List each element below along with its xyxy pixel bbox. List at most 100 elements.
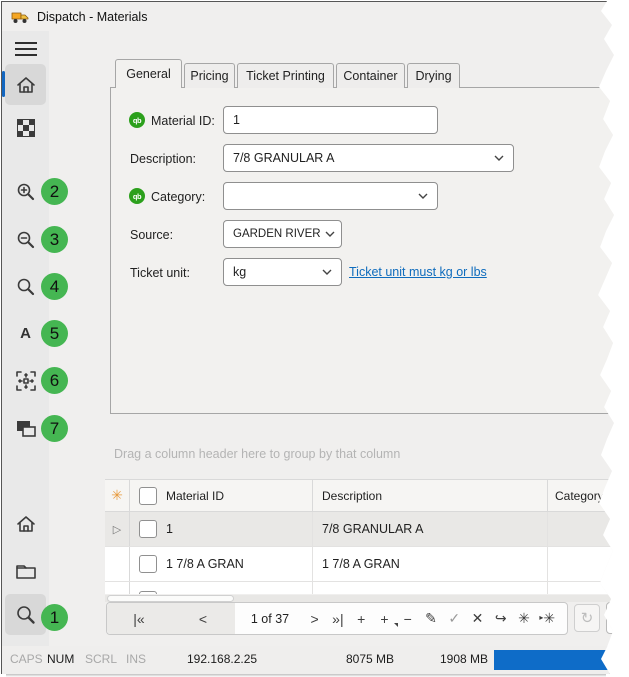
sidebar-item-cascade[interactable] [5,408,46,449]
sidebar-item-search-bottom[interactable] [5,594,46,635]
tab-label: Drying [415,69,451,83]
record-position: 1 of 37 [239,612,301,626]
status-bar: CAPS NUM SCRL INS 192.168.2.25 8075 MB 1… [2,646,614,674]
column-label: Category [555,489,604,503]
step-badge-6: 6 [41,367,68,394]
sidebar-item-home-bottom[interactable] [5,503,46,544]
document-plus-icon [611,610,625,626]
tab-ticket-printing[interactable]: Ticket Printing [237,63,334,88]
cascade-windows-icon [16,420,36,437]
memory-total: 8075 MB [346,646,394,672]
cancel-edit-button[interactable]: ✕ [466,610,489,627]
tab-label: General [126,67,170,81]
delete-record-button[interactable]: − [396,611,419,627]
sidebar-item-search[interactable] [5,266,46,307]
new-child-record-button[interactable]: ▸✳ [536,610,559,627]
tab-label: Ticket Printing [246,69,325,83]
corner-triangle-icon [394,623,398,627]
append-dropdown-button[interactable]: + [373,611,396,627]
sidebar-item-font[interactable]: A [5,313,46,354]
end-edit-button[interactable]: ✓ [443,610,466,627]
material-id-input[interactable]: 1 [223,106,438,134]
append-record-button[interactable]: + [350,611,373,627]
source-value: GARDEN RIVER [233,228,321,240]
category-label: Category: [151,190,205,204]
group-by-hint: Drag a column header here to group by th… [114,447,400,461]
grid-horizontal-scrollbar[interactable] [105,595,615,602]
step-badge-4: 4 [41,273,68,300]
grid-header-material-id[interactable]: Material ID [130,480,313,511]
first-record-button[interactable]: |« [126,611,152,627]
active-accent-bar [2,71,5,97]
next-record-button[interactable]: > [303,611,326,627]
table-row-partial[interactable]: 1 7/8 A GRAN 1 7/8 A GRAN [105,582,615,594]
tab-drying[interactable]: Drying [407,63,460,88]
category-combo[interactable] [223,182,438,210]
sidebar-item-home[interactable] [5,64,46,105]
tab-label: Container [343,69,397,83]
edit-record-button[interactable]: ✎ [419,610,442,627]
ticket-unit-combo[interactable]: kg [223,258,342,286]
refresh-button[interactable]: ↻ [574,604,600,632]
sidebar-item-folder[interactable] [5,550,46,591]
cell-material-id: 1 [166,522,173,536]
material-id-value: 1 [233,113,240,127]
new-row-icon: ✳ [111,487,123,504]
sidebar-menu-button[interactable] [5,28,46,69]
row-checkbox[interactable] [139,520,157,538]
grid-header-category[interactable]: Category [548,480,615,511]
material-id-label: Material ID: [151,114,215,128]
export-button[interactable] [606,602,629,634]
new-record-button[interactable]: ✳ [512,610,535,627]
table-row[interactable]: 1 7/8 A GRAN 1 7/8 A GRAN [105,547,615,582]
previous-record-button[interactable]: < [190,611,216,627]
grid-header-row: ✳ Material ID Description Category [105,479,615,512]
zoom-in-icon [16,182,36,202]
hamburger-icon [15,42,37,56]
resize-grip [609,650,616,670]
last-record-button[interactable]: »| [326,611,349,627]
tab-pricing[interactable]: Pricing [184,63,235,88]
record-navigator: |« < 1 of 37 > »| + + − ✎ ✓ ✕ ↪ ✳ ▸✳ [106,602,568,635]
navigator-left-group: |« < [107,603,235,634]
description-combo[interactable]: 7/8 GRANULAR A [223,144,514,172]
scrollbar-thumb[interactable] [107,595,234,602]
search-icon [16,277,36,297]
column-label: Description [322,489,382,503]
tab-page-general [110,87,615,414]
grid-header-description[interactable]: Description [313,480,548,511]
chevron-down-icon [322,269,332,275]
navigator-buttons: > »| + + − ✎ ✓ ✕ ↪ ✳ ▸✳ [303,610,559,627]
caps-indicator: CAPS [10,646,43,672]
column-label: Material ID [166,489,224,503]
cell-description: 1 7/8 A GRAN [322,593,400,595]
post-button[interactable]: ↪ [489,610,512,627]
home-icon [15,513,37,535]
materials-grid: ✳ Material ID Description Category ▷ 1 7… [105,479,615,594]
home-icon [15,74,37,96]
quickbooks-icon: qb [129,112,145,128]
ins-indicator: INS [126,646,146,672]
row-checkbox[interactable] [139,591,157,595]
sidebar-item-zoom-out[interactable] [5,219,46,260]
tiles-icon [17,119,35,137]
cell-material-id: 1 7/8 A GRAN [166,593,244,595]
tab-general[interactable]: General [115,59,182,88]
chevron-down-icon [325,231,335,237]
description-label: Description: [130,152,196,166]
source-combo[interactable]: GARDEN RIVER [223,220,342,248]
sidebar-item-fit-screen[interactable] [5,360,46,401]
tab-container[interactable]: Container [336,63,405,88]
sidebar-item-tiles[interactable] [5,107,46,148]
truck-icon [11,10,29,24]
select-all-checkbox[interactable] [139,487,157,505]
sidebar-item-zoom-in[interactable] [5,171,46,212]
description-value: 7/8 GRANULAR A [233,151,334,165]
ticket-unit-warning-link[interactable]: Ticket unit must kg or lbs [349,265,487,279]
table-row[interactable]: ▷ 1 7/8 GRANULAR A [105,512,615,547]
ticket-unit-value: kg [233,265,246,279]
row-checkbox[interactable] [139,555,157,573]
zoom-out-icon [16,230,36,250]
grid-corner-cell[interactable]: ✳ [105,480,130,511]
step-badge-7: 7 [41,415,68,442]
